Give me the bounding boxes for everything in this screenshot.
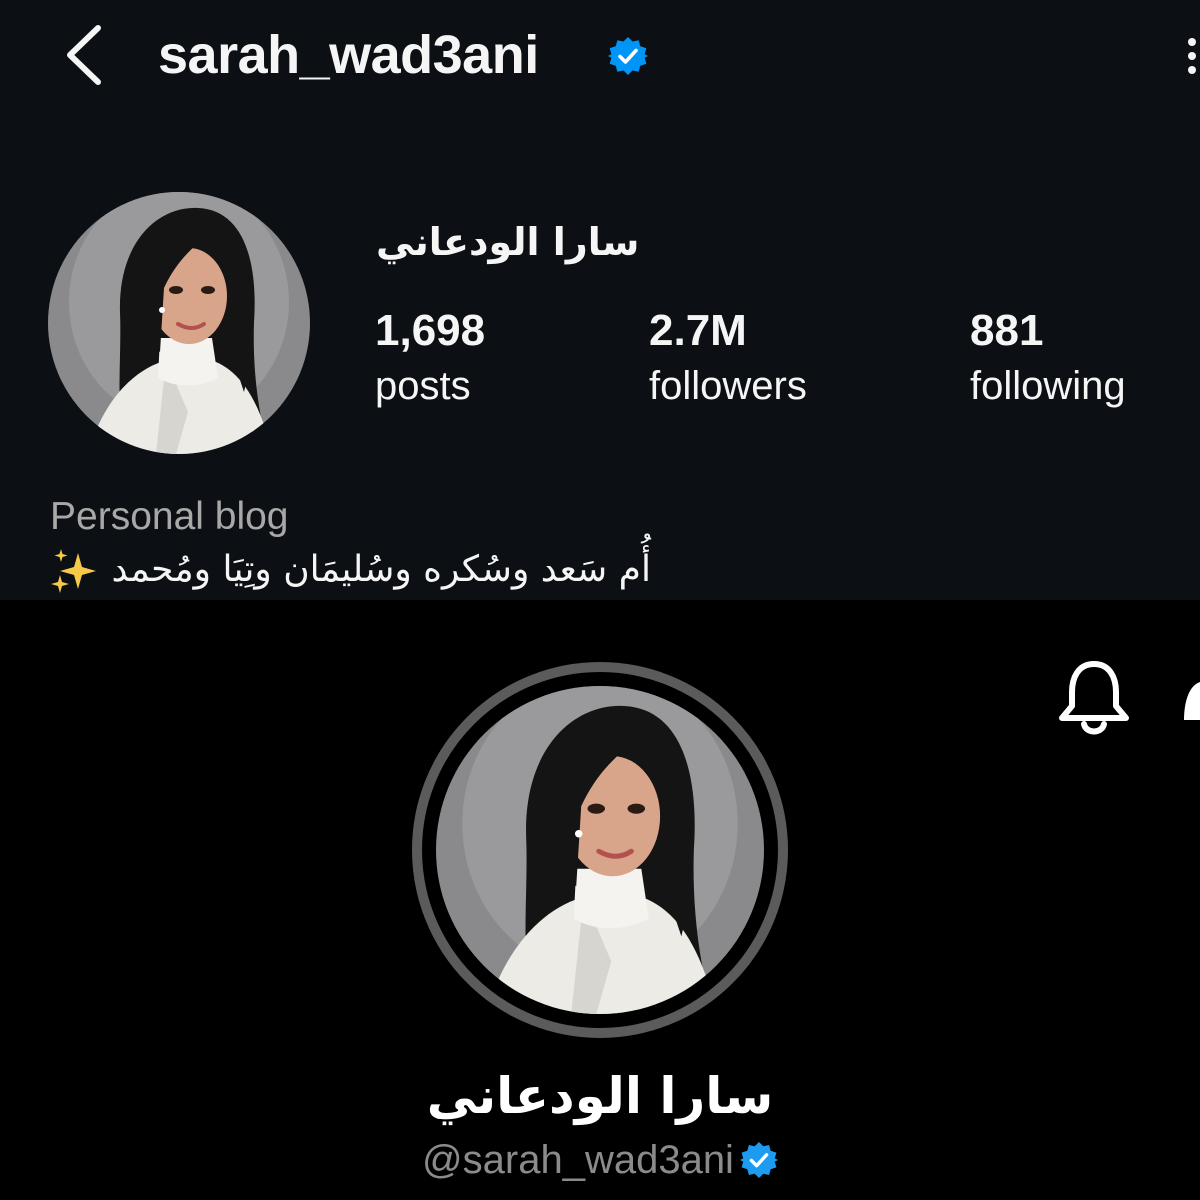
following-stat[interactable]: 881 following [970, 302, 1126, 412]
verified-badge-icon [739, 1138, 778, 1179]
profile-handle-row: @sarah_wad3ani [0, 1132, 1200, 1188]
profile-avatar-large[interactable] [436, 686, 764, 1014]
followers-stat[interactable]: 2.7M followers [649, 302, 807, 412]
bio-text: أُم سَعد وسُكره وسُليمَان وتِيَا ومُحمد [111, 549, 651, 590]
profile-display-name: سارا الودعاني [376, 220, 640, 264]
profile-bio: أُم سَعد وسُكره وسُليمَان وتِيَا ومُحمد [48, 542, 708, 598]
followers-label: followers [649, 364, 807, 408]
following-count: 881 [970, 306, 1044, 355]
sparkles-icon [48, 545, 100, 597]
profile-display-name-large: سارا الودعاني [426, 1067, 774, 1125]
following-label: following [970, 364, 1126, 408]
profile-category: Personal blog [50, 495, 289, 538]
instagram-profile-panel: sarah_wad3ani سارا الودعاني 1,698 posts … [0, 0, 1200, 600]
posts-label: posts [375, 364, 471, 408]
profile-avatar[interactable] [48, 192, 310, 454]
back-arrow-icon[interactable] [58, 22, 114, 88]
profile-action-icon[interactable] [1180, 678, 1200, 724]
x-profile-panel: سارا الودعاني @sarah_wad3ani [0, 600, 1200, 1200]
profile-username: sarah_wad3ani [158, 25, 539, 85]
followers-count: 2.7M [649, 306, 747, 355]
bell-icon[interactable] [1056, 656, 1132, 738]
posts-stat[interactable]: 1,698 posts [375, 302, 485, 412]
posts-count: 1,698 [375, 306, 486, 355]
profile-handle: @sarah_wad3ani [422, 1138, 734, 1182]
verified-badge-icon [608, 36, 648, 76]
more-options-icon[interactable] [1188, 38, 1200, 78]
